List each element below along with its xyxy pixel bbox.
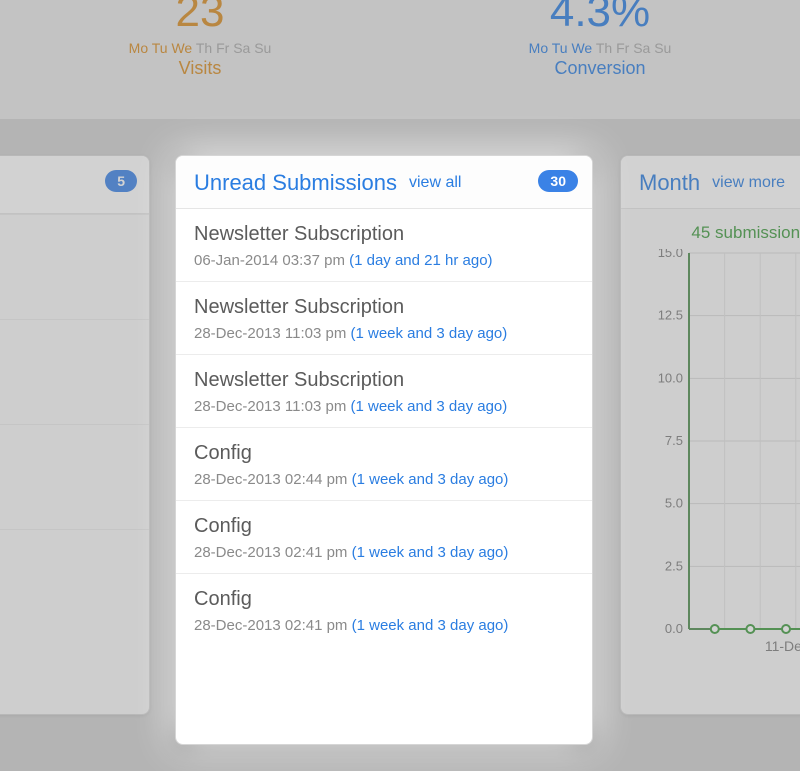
submission-meta: 28-Dec-2013 11:03 pm (1 week and 3 day a… xyxy=(194,325,574,342)
submission-meta: 28-Dec-2013 02:41 pm (1 week and 3 day a… xyxy=(194,617,574,634)
svg-text:7.5: 7.5 xyxy=(665,433,683,448)
svg-text:2.5: 2.5 xyxy=(665,558,683,573)
svg-text:15.0: 15.0 xyxy=(658,249,683,260)
submission-item[interactable]: Newsletter Subscription 28-Dec-2013 11:03… xyxy=(176,281,592,354)
submission-timestamp: 28-Dec-2013 11:03 pm xyxy=(194,398,350,415)
conversion-label: Conversion xyxy=(400,58,800,79)
submission-meta: 28-Dec-2013 02:44 pm (1 week and 3 day a… xyxy=(194,471,574,488)
svg-text:10.0: 10.0 xyxy=(658,370,683,385)
submission-meta: 06-Jan-2014 03:37 pm (1 day and 21 hr ag… xyxy=(194,252,574,269)
left-panel-row[interactable]: analytics xyxy=(0,214,149,319)
submission-title: Newsletter Subscription xyxy=(194,223,574,246)
submission-title: Newsletter Subscription xyxy=(194,296,574,319)
visits-value: 23 xyxy=(0,0,400,34)
unread-submissions-panel: Unread Submissions view all 30 Newslette… xyxy=(175,155,593,745)
submission-item[interactable]: Config 28-Dec-2013 02:41 pm (1 week and 3… xyxy=(176,573,592,646)
left-panel-row[interactable]: analytics xyxy=(0,319,149,424)
unread-count-badge: 30 xyxy=(538,170,578,192)
visits-days: Mo Tu We Th Fr Sa Su xyxy=(0,40,400,56)
svg-text:12.5: 12.5 xyxy=(658,308,683,323)
left-panel-badge: 5 xyxy=(105,170,137,192)
submission-timestamp: 28-Dec-2013 02:41 pm xyxy=(194,544,352,561)
submission-timestamp: 28-Dec-2013 02:41 pm xyxy=(194,617,352,634)
submission-timestamp: 28-Dec-2013 11:03 pm xyxy=(194,325,350,342)
month-chart: 0.0 2.5 5.0 7.5 10.0 12.5 15.0 11-Dec xyxy=(647,249,800,669)
month-panel-header: Month view more xyxy=(621,156,800,209)
submission-ago: (1 week and 3 day ago) xyxy=(352,617,509,634)
left-panel: 5 analyticsanalyticsanalyticsanalytics xyxy=(0,155,150,715)
conversion-value: 4.3% xyxy=(400,0,800,34)
left-panel-row[interactable]: analytics xyxy=(0,529,149,634)
svg-text:5.0: 5.0 xyxy=(665,496,683,511)
conversion-stat: 4.3% Mo Tu We Th Fr Sa Su Conversion xyxy=(400,0,800,119)
month-panel: Month view more 45 submissions 0.0 2.5 5.0… xyxy=(620,155,800,715)
month-view-more-link[interactable]: view more xyxy=(712,174,785,192)
submission-meta: 28-Dec-2013 11:03 pm (1 week and 3 day a… xyxy=(194,398,574,415)
submission-ago: (1 week and 3 day ago) xyxy=(350,325,507,342)
unread-submissions-list: Newsletter Subscription 06-Jan-2014 03:37… xyxy=(176,209,592,646)
top-stats-strip: 23 Mo Tu We Th Fr Sa Su Visits 4.3% Mo T… xyxy=(0,0,800,120)
month-panel-title: Month xyxy=(639,170,700,196)
submission-meta: 28-Dec-2013 02:41 pm (1 week and 3 day a… xyxy=(194,544,574,561)
submission-item[interactable]: Newsletter Subscription 28-Dec-2013 11:03… xyxy=(176,354,592,427)
submission-item[interactable]: Config 28-Dec-2013 02:44 pm (1 week and 3… xyxy=(176,427,592,500)
unread-panel-title: Unread Submissions xyxy=(194,170,397,196)
left-panel-row[interactable]: analytics xyxy=(0,424,149,529)
submission-timestamp: 28-Dec-2013 02:44 pm xyxy=(194,471,352,488)
submission-title: Config xyxy=(194,588,574,611)
submission-ago: (1 week and 3 day ago) xyxy=(352,544,509,561)
unread-view-all-link[interactable]: view all xyxy=(409,174,461,192)
submission-ago: (1 week and 3 day ago) xyxy=(350,398,507,415)
month-summary: 45 submissions xyxy=(621,209,800,249)
svg-text:0.0: 0.0 xyxy=(665,621,683,636)
submission-timestamp: 06-Jan-2014 03:37 pm xyxy=(194,252,349,269)
visits-stat: 23 Mo Tu We Th Fr Sa Su Visits xyxy=(0,0,400,119)
conversion-days: Mo Tu We Th Fr Sa Su xyxy=(400,40,800,56)
visits-label: Visits xyxy=(0,58,400,79)
submission-ago: (1 day and 21 hr ago) xyxy=(349,252,492,269)
submission-title: Config xyxy=(194,442,574,465)
submission-title: Newsletter Subscription xyxy=(194,369,574,392)
submission-item[interactable]: Config 28-Dec-2013 02:41 pm (1 week and 3… xyxy=(176,500,592,573)
submission-item[interactable]: Newsletter Subscription 06-Jan-2014 03:37… xyxy=(176,209,592,281)
submission-ago: (1 week and 3 day ago) xyxy=(352,471,509,488)
unread-panel-header: Unread Submissions view all 30 xyxy=(176,156,592,209)
submission-title: Config xyxy=(194,515,574,538)
svg-text:11-Dec: 11-Dec xyxy=(765,638,800,654)
left-panel-header: 5 xyxy=(0,156,149,214)
